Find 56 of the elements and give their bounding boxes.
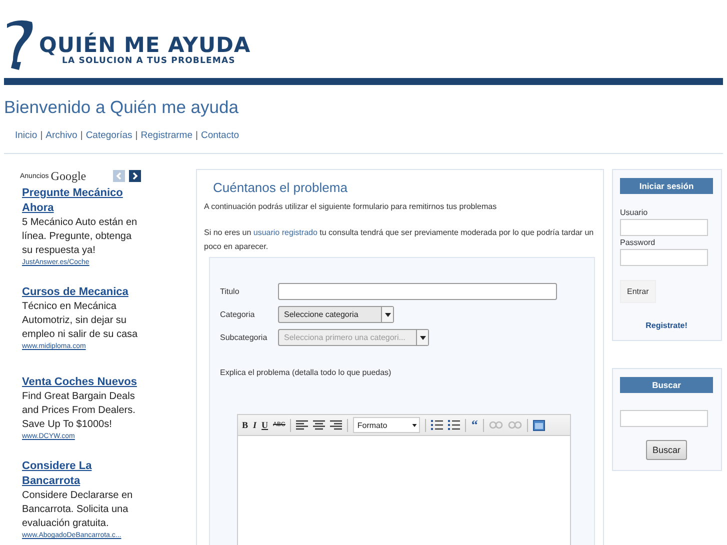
intro-text: A continuación podrás utilizar el siguiente formulario para remitirnos tus problemas <box>204 201 498 213</box>
align-right-icon[interactable] <box>330 420 342 430</box>
notice-text: Si no eres un usuario registrado tu consulta tendrá que ser previamente moderada por lo que podría tardar un poco en aparecer. <box>204 227 595 253</box>
registered-user-link[interactable]: usuario registrado <box>253 228 318 237</box>
nav-link[interactable]: Categorías <box>86 130 132 141</box>
ad-title-link[interactable]: Venta Coches Nuevos <box>22 375 142 390</box>
ad-description: 5 Mecánico Auto están en línea. Pregunte, obtenga su respuesta ya! <box>22 216 138 258</box>
login-heading: Iniciar sesión <box>620 178 713 194</box>
nav-link[interactable]: Inicio <box>15 130 38 141</box>
logo-title: QUIÉN ME AYUDA <box>39 34 251 56</box>
quote-button[interactable]: “ <box>471 419 478 431</box>
field-label: Subcategoria <box>220 333 268 342</box>
nav-separator: | <box>135 130 138 141</box>
password-input-field[interactable] <box>620 249 708 266</box>
caret-icon <box>412 424 418 426</box>
italic-button[interactable]: I <box>253 419 257 431</box>
nav-link[interactable]: Registrarme <box>140 130 193 141</box>
caret-icon <box>420 336 426 340</box>
ad-title-link[interactable]: Pregunte Mecánico Ahora <box>22 186 142 216</box>
nav-separator: | <box>40 130 43 141</box>
field-label: Categoria <box>220 310 256 319</box>
search-button[interactable]: Buscar <box>646 440 686 460</box>
numbered-list-icon[interactable] <box>448 420 460 430</box>
align-center-icon[interactable] <box>313 420 326 430</box>
nav-separator: | <box>196 130 198 141</box>
username-label: Usuario <box>620 208 648 217</box>
ad-title-link[interactable]: Cursos de Mecanica <box>22 285 142 300</box>
nav-separator: | <box>80 130 83 141</box>
ads-brand: Google <box>50 168 86 184</box>
password-label: Password <box>620 238 656 247</box>
search-input-field[interactable] <box>620 410 708 427</box>
caret-icon <box>384 312 390 316</box>
nav-link[interactable]: Archivo <box>46 130 78 141</box>
logo-tagline: LA SOLUCION A TUS PROBLEMAS <box>62 56 236 66</box>
ad-description: Find Great Bargain Deals and Prices From Dealers. Save Up To $1000s! <box>22 390 136 432</box>
ad-title-link[interactable]: Considere La Bancarrota <box>22 459 142 489</box>
question-mark-icon <box>5 18 35 72</box>
bold-button[interactable]: B <box>242 419 248 431</box>
ad-description: Considere Declararse en Bancarrota. Solicita una evaluación gratuita. <box>22 489 134 531</box>
align-left-icon[interactable] <box>296 420 308 430</box>
title-input-field[interactable] <box>278 283 557 300</box>
ad-description: Técnico en Mecánica Automotriz, sin dejar su empleo ni salir de su casa <box>22 300 139 342</box>
section-heading: Cuéntanos el problema <box>213 180 348 195</box>
format-dropdown[interactable]: Formato <box>353 417 420 433</box>
category-dropdown[interactable]: Seleccione categoria <box>278 306 394 323</box>
field-label: Titulo <box>220 287 240 296</box>
window-icon[interactable] <box>532 420 545 430</box>
login-button[interactable]: Entrar <box>620 280 656 303</box>
nav-link[interactable]: Contacto <box>200 130 240 141</box>
explain-label: Explica el problema (detalla todo lo que puedas) <box>220 367 392 379</box>
register-link[interactable]: Registrate! <box>646 321 688 330</box>
welcome-heading: Bienvenido a Quién me ayuda <box>4 96 240 118</box>
underline-button[interactable]: U <box>262 419 268 431</box>
username-input-field[interactable] <box>620 219 708 236</box>
search-heading: Buscar <box>620 377 713 393</box>
bullet-list-icon[interactable] <box>431 420 444 430</box>
